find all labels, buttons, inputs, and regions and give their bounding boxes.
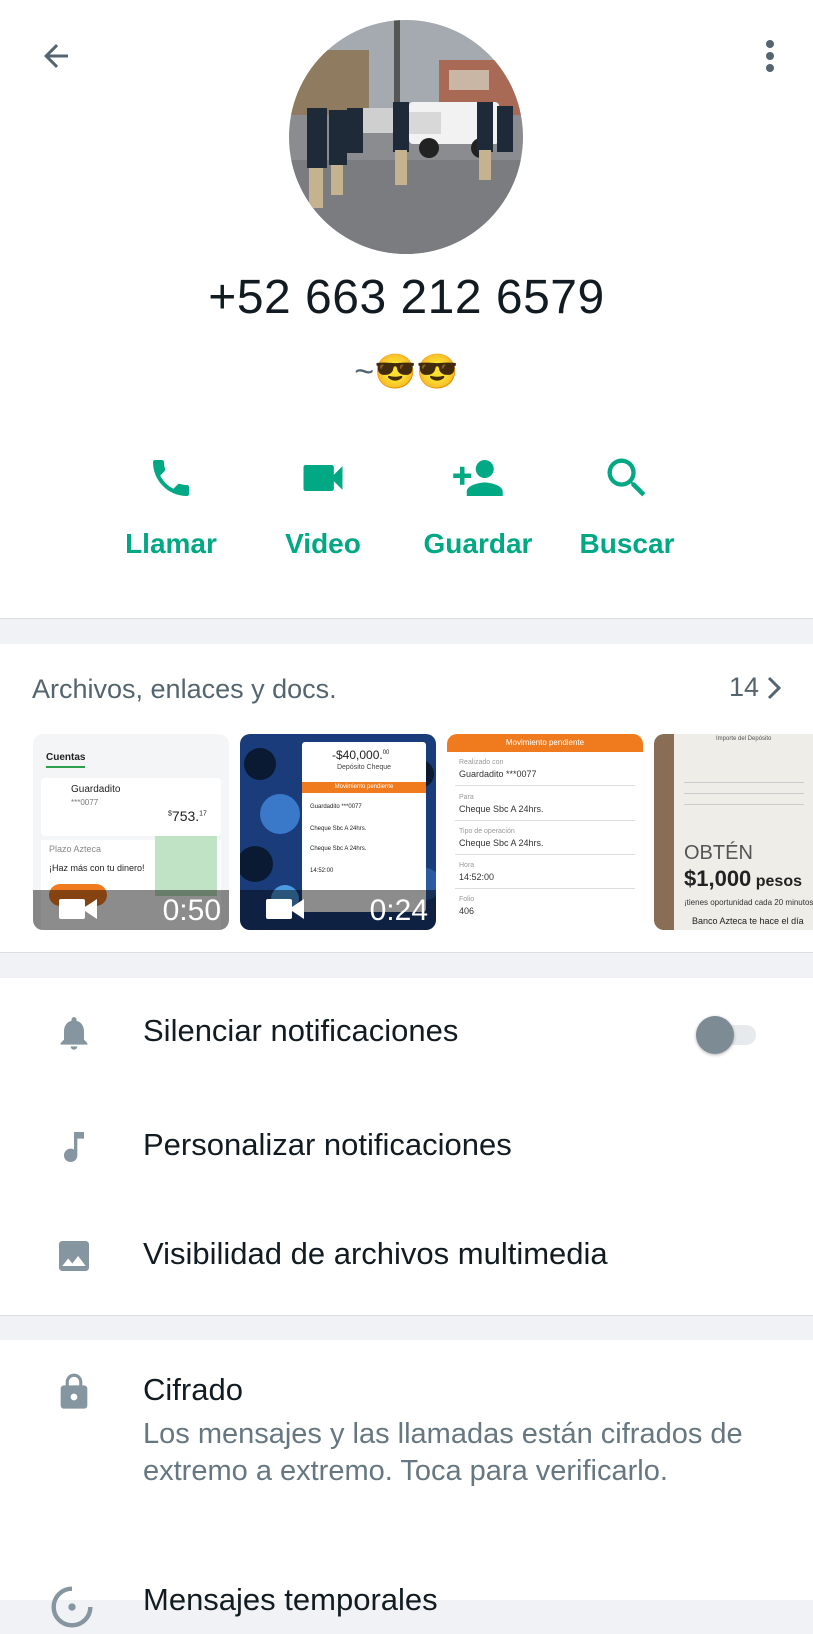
media-thumbnail[interactable]: Cuentas Guardadito ***0077 $753.17 Plazo… (33, 734, 229, 930)
contact-about: ~😎😎 (354, 353, 459, 391)
contact-avatar[interactable] (289, 20, 523, 254)
thumb-op: Cheque Sbc A 24hrs. (459, 838, 544, 848)
section-divider (0, 952, 813, 953)
thumb-op-label: Tipo de operación (459, 828, 515, 835)
search-icon (607, 458, 646, 497)
encryption-title: Cifrado (143, 1372, 243, 1407)
custom-notifications-row[interactable]: Personalizar notificaciones (0, 1092, 813, 1202)
thumb-to-label: Para (459, 794, 474, 801)
media-visibility-row[interactable]: Visibilidad de archivos multimedia (0, 1201, 813, 1311)
thumb-status: Movimiento pendiente (447, 734, 643, 752)
call-button[interactable]: Llamar (96, 448, 246, 560)
thumb-header: Cuentas (46, 752, 86, 768)
timer-icon (50, 1585, 94, 1634)
save-contact-button[interactable]: Guardar (403, 448, 553, 560)
mute-notifications-row[interactable]: Silenciar notificaciones (0, 978, 813, 1088)
thumb-amount-cents: 00 (382, 750, 390, 756)
thumb-account: Guardadito (71, 784, 121, 795)
video-camera-icon (303, 465, 343, 491)
media-thumbnail[interactable]: Importe del Depósito OBTÉN $1,000 pesos … (654, 734, 813, 930)
section-divider (0, 1315, 813, 1316)
thumb-from: Guardadito ***0077 (459, 769, 537, 779)
more-options-button[interactable] (750, 34, 790, 78)
video-call-button[interactable]: Video (248, 448, 398, 560)
lock-icon (60, 1373, 88, 1409)
media-thumbnail[interactable]: -$40,000.00 Depósito Cheque Movimiento p… (240, 734, 436, 930)
call-label: Llamar (125, 528, 217, 559)
thumb-folio-label: Folio (459, 896, 475, 903)
contact-header: +52 663 212 6579 ~😎😎 Llamar Video Guarda… (0, 0, 813, 618)
encryption-description: Los mensajes y las llamadas están cifrad… (143, 1418, 743, 1487)
contact-phone-number: +52 663 212 6579 (208, 271, 605, 324)
thumb-time: 14:52:00 (459, 872, 495, 882)
thumb-amount: -$40,000. (332, 748, 383, 762)
bell-icon (60, 1017, 88, 1050)
notification-settings: Silenciar notificaciones Personalizar no… (0, 978, 813, 1315)
thumb-amount-cents: 17 (199, 810, 207, 818)
media-thumbnail[interactable]: Movimiento pendiente Realizado con Guard… (447, 734, 643, 930)
thumb-time: 14:52:00 (310, 868, 334, 874)
thumb-deposit: Depósito Cheque (336, 764, 392, 771)
video-label: Video (285, 528, 361, 559)
media-section: Archivos, enlaces y docs. 14 Cuentas Gua… (0, 644, 813, 952)
thumb-folio: 406 (459, 906, 475, 916)
media-visibility-label: Visibilidad de archivos multimedia (143, 1236, 608, 1271)
arrow-back-icon (44, 44, 68, 68)
thumb-promo-2: $1,000 (684, 866, 752, 891)
save-label: Guardar (423, 528, 533, 559)
search-button[interactable]: Buscar (552, 448, 702, 560)
thumb-from-label: Realizado con (459, 759, 504, 766)
music-note-icon (64, 1132, 84, 1162)
video-indicator-icon (266, 899, 304, 919)
video-duration: 0:50 (162, 894, 221, 927)
mute-notifications-toggle[interactable] (696, 1016, 758, 1054)
video-duration: 0:24 (369, 894, 428, 927)
thumb-promo-3: pesos (755, 873, 802, 890)
temporary-messages-label[interactable]: Mensajes temporales (143, 1582, 438, 1618)
thumb-promo-text: ¡Haz más con tu dinero! (49, 863, 145, 873)
media-count: 14 (728, 672, 759, 702)
back-button[interactable] (34, 34, 78, 78)
image-icon (59, 1241, 89, 1271)
thumb-from: Guardadito ***0077 (310, 804, 362, 810)
media-section-title[interactable]: Archivos, enlaces y docs. (32, 674, 337, 705)
chevron-right-icon (767, 676, 781, 699)
search-label: Buscar (579, 528, 675, 559)
add-contact-icon (453, 460, 503, 496)
thumb-to: Cheque Sbc A 24hrs. (310, 826, 367, 832)
custom-notifications-label: Personalizar notificaciones (143, 1127, 512, 1162)
media-count-button[interactable]: 14 (729, 672, 781, 703)
mute-notifications-label: Silenciar notificaciones (143, 1013, 459, 1048)
thumb-promo-title: Plazo Azteca (49, 844, 102, 854)
thumb-to: Cheque Sbc A 24hrs. (459, 804, 544, 814)
video-indicator-icon (59, 899, 97, 919)
thumb-time-label: Hora (459, 862, 475, 869)
section-divider (0, 618, 813, 619)
thumb-header: Importe del Depósito (716, 736, 772, 742)
more-vert-icon (766, 40, 774, 72)
encryption-section[interactable]: Cifrado Los mensajes y las llamadas está… (0, 1340, 813, 1628)
thumb-account-no: ***0077 (71, 798, 99, 807)
thumb-amount: 753. (171, 808, 200, 824)
thumb-status: Movimiento pendiente (302, 782, 426, 793)
thumb-promo-4: ¡tienes oportunidad cada 20 minutos! (684, 898, 813, 907)
thumb-footer: Banco Azteca te hace el día (692, 916, 804, 926)
phone-icon (153, 460, 189, 496)
thumb-promo-1: OBTÉN (684, 842, 753, 864)
thumb-op: Cheque Sbc A 24hrs. (310, 846, 367, 852)
